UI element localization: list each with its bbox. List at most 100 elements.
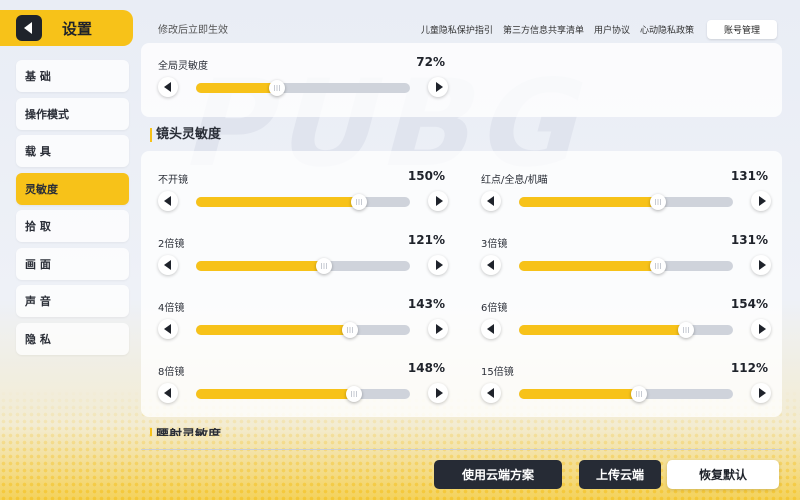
slider-track[interactable] — [196, 194, 410, 210]
upload-cloud-button[interactable]: 上传云端 — [579, 460, 661, 489]
link-children-privacy[interactable]: 儿童隐私保护指引 — [416, 23, 498, 36]
increase-button[interactable] — [428, 319, 448, 339]
slider-track[interactable] — [519, 386, 733, 402]
increase-button[interactable] — [751, 191, 771, 211]
sidebar-item-label: 载 具 — [25, 145, 51, 158]
section-title-hipfire: 腰射灵敏度 — [150, 428, 350, 436]
slider-track[interactable] — [196, 386, 410, 402]
sidebar-item-audio[interactable]: 声 音 — [16, 285, 129, 317]
sensitivity-slider-no-scope: 不开镜 150% — [158, 169, 448, 231]
increase-button[interactable] — [428, 77, 448, 97]
sidebar-item-label: 画 面 — [25, 257, 51, 271]
slider-label: 2倍镜 — [158, 239, 185, 250]
sidebar-item-label: 隐 私 — [25, 332, 51, 346]
decrease-button[interactable] — [158, 383, 178, 403]
back-button[interactable] — [16, 15, 42, 41]
sidebar-item-basic[interactable]: 基 础 — [16, 60, 129, 92]
global-sensitivity-panel: 全局灵敏度 72% — [141, 43, 782, 117]
decrease-button[interactable] — [158, 255, 178, 275]
slider-fill — [519, 325, 686, 335]
right-arrow-icon — [435, 388, 443, 398]
left-arrow-icon — [163, 260, 171, 270]
slider-label: 红点/全息/机瞄 — [481, 175, 548, 186]
increase-button[interactable] — [428, 191, 448, 211]
link-third-party-list[interactable]: 第三方信息共享清单 — [498, 23, 589, 36]
left-arrow-icon — [486, 260, 494, 270]
slider-track[interactable] — [196, 80, 410, 96]
left-arrow-icon — [486, 324, 494, 334]
slider-thumb[interactable] — [650, 194, 667, 210]
sidebar-item-vehicle[interactable]: 载 具 — [16, 135, 129, 167]
increase-button[interactable] — [751, 383, 771, 403]
slider-track[interactable] — [519, 322, 733, 338]
right-arrow-icon — [435, 82, 443, 92]
slider-track[interactable] — [196, 322, 410, 338]
sidebar: 基 础 操作模式 载 具 灵敏度 拾 取 画 面 声 音 隐 私 — [16, 60, 129, 360]
link-user-agreement[interactable]: 用户协议 — [589, 23, 635, 36]
slider-value: 131% — [730, 169, 768, 183]
left-arrow-icon — [163, 324, 171, 334]
sidebar-item-label: 声 音 — [25, 295, 51, 308]
decrease-button[interactable] — [158, 77, 178, 97]
slider-thumb[interactable] — [350, 194, 367, 210]
right-arrow-icon — [435, 196, 443, 206]
slider-value: 131% — [730, 233, 768, 247]
left-arrow-icon — [486, 196, 494, 206]
slider-thumb[interactable] — [650, 258, 667, 274]
right-arrow-icon — [435, 324, 443, 334]
slider-value: 112% — [730, 361, 768, 375]
slider-value: 143% — [407, 297, 445, 311]
right-arrow-icon — [758, 388, 766, 398]
sidebar-item-privacy[interactable]: 隐 私 — [16, 322, 129, 355]
slider-fill — [519, 197, 659, 207]
slider-value: 154% — [730, 297, 768, 311]
use-cloud-scheme-button[interactable]: 使用云端方案 — [434, 460, 562, 489]
sensitivity-slider-2x: 2倍镜 121% — [158, 233, 448, 295]
slider-track[interactable] — [519, 194, 733, 210]
slider-track[interactable] — [519, 258, 733, 274]
sensitivity-slider-6x: 6倍镜 154% — [481, 297, 771, 359]
slider-thumb[interactable] — [346, 386, 363, 402]
slider-thumb[interactable] — [269, 80, 286, 96]
increase-button[interactable] — [751, 255, 771, 275]
slider-value: 150% — [407, 169, 445, 183]
sidebar-item-label: 灵敏度 — [25, 182, 58, 196]
increase-button[interactable] — [428, 383, 448, 403]
link-privacy-policy[interactable]: 心动隐私政策 — [635, 23, 699, 36]
slider-fill — [196, 261, 325, 271]
slider-label: 3倍镜 — [481, 239, 508, 250]
sensitivity-slider-3x: 3倍镜 131% — [481, 233, 771, 295]
increase-button[interactable] — [751, 319, 771, 339]
decrease-button[interactable] — [158, 319, 178, 339]
left-arrow-icon — [163, 388, 171, 398]
decrease-button[interactable] — [481, 191, 501, 211]
section-title-scope: 镜头灵敏度 — [150, 128, 221, 142]
slider-thumb[interactable] — [316, 258, 333, 274]
page-title: 设置 — [62, 19, 93, 38]
account-management-button[interactable]: 账号管理 — [706, 20, 777, 39]
slider-track[interactable] — [196, 258, 410, 274]
left-arrow-icon — [163, 196, 171, 206]
slider-thumb[interactable] — [630, 386, 647, 402]
decrease-button[interactable] — [481, 255, 501, 275]
decrease-button[interactable] — [158, 191, 178, 211]
slider-thumb[interactable] — [342, 322, 359, 338]
slider-fill — [196, 83, 278, 93]
increase-button[interactable] — [428, 255, 448, 275]
slider-fill — [196, 325, 351, 335]
slider-value: 121% — [407, 233, 445, 247]
sidebar-item-pickup[interactable]: 拾 取 — [16, 210, 129, 242]
left-arrow-icon — [163, 82, 171, 92]
slider-label: 15倍镜 — [481, 367, 514, 378]
slider-label: 8倍镜 — [158, 367, 185, 378]
scope-sensitivity-panel: 不开镜 150% 红点/全息/机瞄 131% 2倍镜 121% 3倍镜 131%… — [141, 151, 782, 417]
slider-thumb[interactable] — [677, 322, 694, 338]
decrease-button[interactable] — [481, 383, 501, 403]
sidebar-item-graphics[interactable]: 画 面 — [16, 247, 129, 280]
slider-label: 全局灵敏度 — [158, 61, 208, 72]
sidebar-item-control-mode[interactable]: 操作模式 — [16, 97, 129, 130]
restore-default-button[interactable]: 恢复默认 — [667, 460, 779, 489]
right-arrow-icon — [758, 196, 766, 206]
sidebar-item-sensitivity[interactable]: 灵敏度 — [16, 172, 129, 205]
decrease-button[interactable] — [481, 319, 501, 339]
